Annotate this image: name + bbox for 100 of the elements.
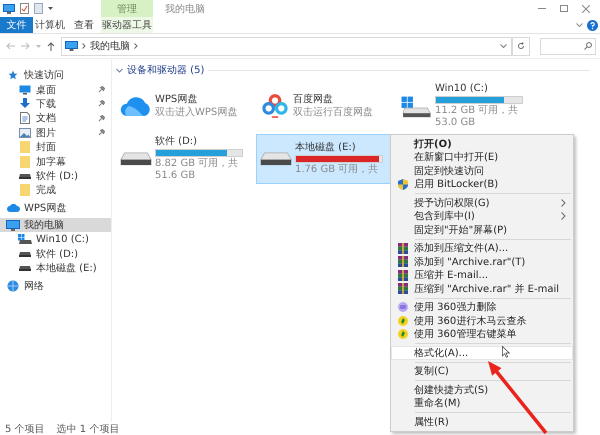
star-icon [8,70,18,80]
free-space: 11.2 GB 可用，共 53.0 GB [435,105,520,129]
properties-icon[interactable] [20,3,29,14]
up-icon[interactable] [47,42,55,50]
menu-item[interactable]: 使用 360管理右键菜单 [391,328,573,341]
document-icon [20,112,30,124]
drive-subtitle: 双击运行百度网盘 [293,106,374,118]
window-title: 我的电脑 [165,2,205,16]
drive-name: WPS网盘 [155,94,198,106]
archive-icon [398,283,408,294]
back-icon[interactable] [6,42,15,50]
shield-badge-icon [398,329,408,340]
archive-icon [398,256,408,268]
drive-subtitle: 双击进入WPS网盘 [155,106,238,118]
download-icon [19,98,31,110]
drive-tile[interactable]: Win10 (C:) 11.2 GB 可用，共 53.0 GB [396,81,536,131]
chevron-icon[interactable] [134,43,138,49]
sidebar-item[interactable]: 文档 [0,111,111,126]
cloud-icon [120,95,152,117]
drive-icon [19,265,31,272]
collapse-icon[interactable] [116,66,123,74]
drive-name: 本地磁盘 (E:) [295,142,357,154]
menu-item[interactable]: 固定到"开始"屏幕(P) [391,223,573,236]
sidebar-item[interactable]: 完成 [0,183,111,198]
address-bar[interactable]: 我的电脑 [61,36,512,56]
drive-name: 百度网盘 [293,94,334,106]
expand-ribbon-icon[interactable] [576,23,583,27]
ribbon-tab[interactable]: 查看 [67,17,101,33]
refresh-icon [517,42,525,50]
eraser-icon [398,302,408,312]
drive-tile[interactable]: 百度网盘 双击运行百度网盘 [256,81,396,131]
maximize-icon[interactable] [560,5,568,12]
selection-count: 选中 1 个项目 [56,422,120,435]
menu-item[interactable]: 使用 360强力删除 [391,300,573,314]
shield-badge-icon [398,316,408,326]
archive-icon [398,270,408,281]
ribbon-tab[interactable]: 驱动器工具 [101,17,153,33]
menu-item[interactable]: 压缩到 "Archive.rar" 并 E-mail [391,282,573,296]
sidebar-item[interactable]: 图片 [0,126,111,140]
drive-icon [400,94,432,118]
free-space: 8.82 GB 可用，共 51.6 GB [155,158,240,182]
computer-icon [6,220,20,231]
menu-item[interactable]: 授予访问权限(G) [391,196,573,210]
dropdown-icon[interactable] [48,7,53,10]
sidebar-item[interactable]: 本地磁盘 (E:) [0,261,111,276]
folder-icon [20,156,30,168]
breadcrumb[interactable]: 我的电脑 [90,39,130,53]
menu-item[interactable]: 属性(R) [391,415,573,428]
sidebar-item[interactable]: 软件 (D:) [0,246,111,262]
close-icon[interactable] [582,4,590,12]
sidebar-item[interactable]: 桌面 [0,82,111,97]
free-space: 1.76 GB 可用，共 [295,164,380,176]
sidebar-item[interactable]: Win10 (C:) [0,232,111,247]
sidebar-item[interactable]: 软件 (D:) [0,168,111,184]
drive-icon [19,250,31,257]
sidebar-item[interactable]: 封面 [0,140,111,154]
menu-item[interactable]: 使用 360进行木马云查杀 [391,314,573,328]
menu-item[interactable]: 压缩并 E-mail... [391,268,573,282]
chevron-icon [82,43,86,49]
monitor-icon [19,84,31,95]
sidebar-item[interactable]: 下载 [0,96,111,112]
menu-item[interactable]: 添加到 "Archive.rar"(T) [391,255,573,268]
item-count: 5 个项目 [5,422,45,435]
network-icon [7,280,19,292]
sidebar-item[interactable]: 我的电脑 [0,218,111,232]
menu-item[interactable]: 添加到压缩文件(A)... [391,242,573,255]
ribbon-tab[interactable]: 文件 [0,17,33,33]
drive-tile[interactable]: 软件 (D:) 8.82 GB 可用，共 51.6 GB [116,134,256,184]
ribbon-tab[interactable]: 计算机 [33,17,67,33]
menu-item[interactable]: 创建快捷方式(S) [391,383,573,396]
menu-item[interactable]: 重命名(M) [391,396,573,410]
sidebar-item[interactable]: 快速访问 [0,68,111,82]
dropdown-icon[interactable] [500,44,507,48]
menu-item[interactable]: 格式化(A)... [391,346,573,360]
folder-icon [20,184,30,196]
drive-tile[interactable]: WPS网盘 双击进入WPS网盘 [116,81,256,131]
refresh-button[interactable] [512,36,530,56]
recent-locations-icon[interactable] [36,44,41,48]
rings-icon [260,93,290,119]
forward-icon[interactable] [21,42,30,50]
drive-name: 软件 (D:) [155,136,198,148]
cursor-icon [502,346,510,358]
sidebar-item[interactable]: 加字幕 [0,154,111,169]
sidebar-item[interactable]: 网络 [0,278,111,293]
group-header: 设备和驱动器 (5) [127,64,204,77]
context-tab-label: 管理 [101,0,153,17]
archive-icon [398,242,408,254]
sidebar-item[interactable]: WPS网盘 [0,200,111,215]
folder-icon [20,141,30,154]
new-folder-icon[interactable] [34,3,43,14]
help-icon[interactable] [587,20,598,30]
drive-icon [260,152,292,166]
drive-icon [18,234,32,245]
menu-item[interactable]: 包含到库中(I) [391,210,573,223]
computer-icon [3,4,15,14]
search-field[interactable] [540,38,596,54]
drive-icon [120,152,152,166]
menu-item[interactable]: 复制(C) [391,364,573,378]
drive-name: Win10 (C:) [435,83,489,95]
drive-icon [19,172,31,179]
